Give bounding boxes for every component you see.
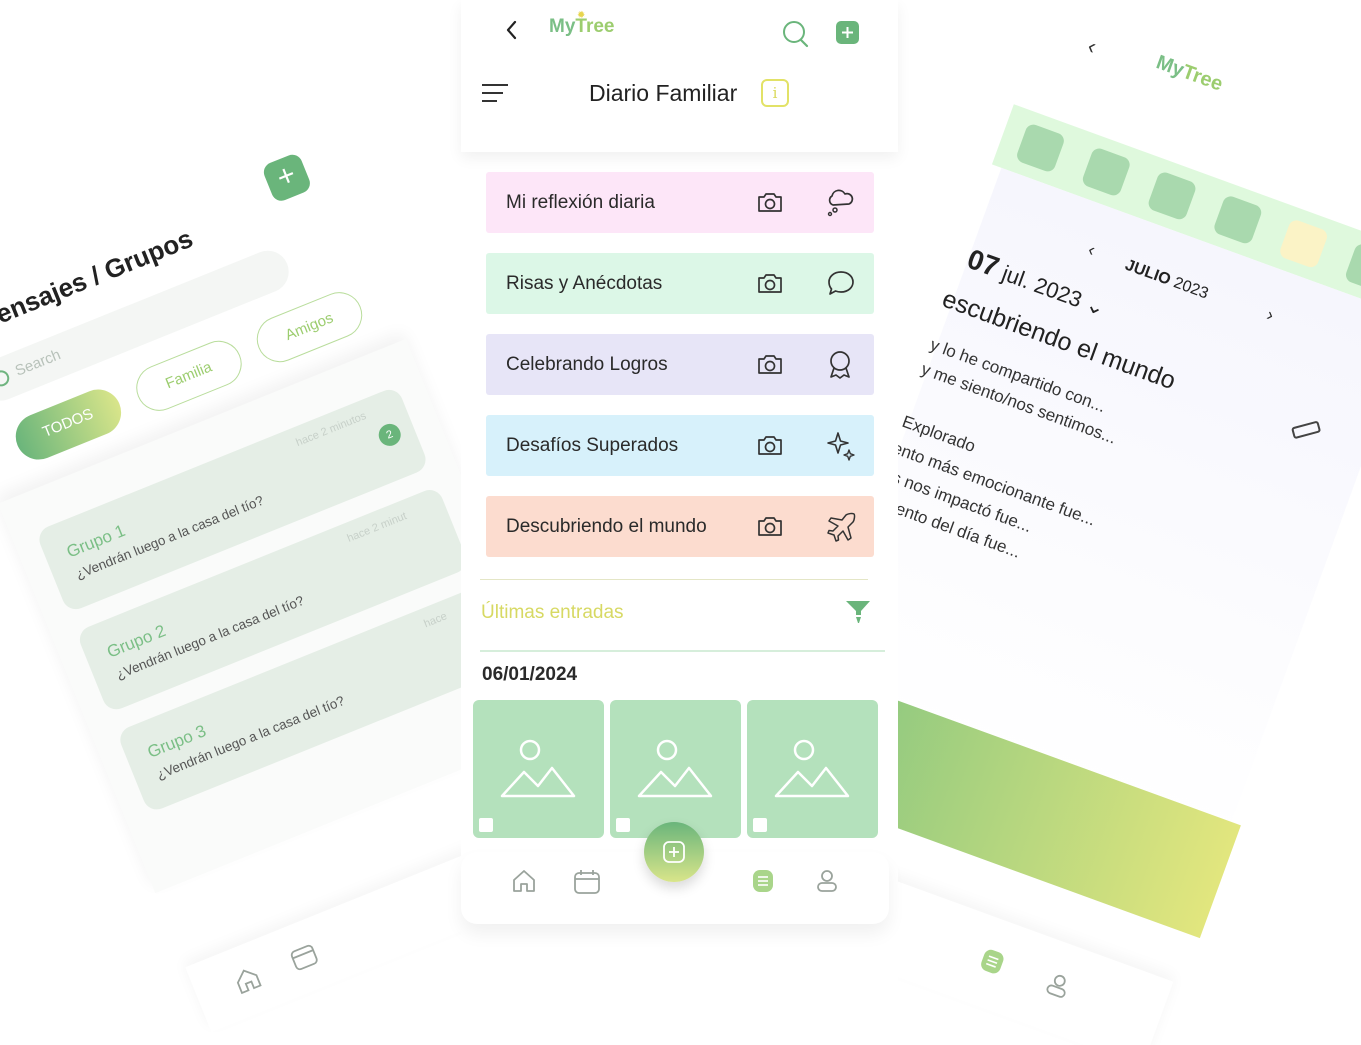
mytree-logo: ✹ MyTree: [549, 10, 615, 37]
next-month-icon[interactable]: ›: [1264, 304, 1276, 326]
add-entry-button[interactable]: [644, 822, 704, 882]
search-icon: [0, 367, 12, 389]
category-label: Celebrando Logros: [506, 354, 668, 375]
photo-thumbnail[interactable]: [747, 700, 878, 838]
search-icon[interactable]: [781, 20, 809, 48]
thought-cloud-icon: [827, 189, 854, 217]
thought-cloud-icon[interactable]: [1014, 122, 1067, 174]
category-label: Mi reflexión diaria: [506, 192, 655, 213]
airplane-icon: [827, 512, 856, 542]
page-title: Diario Familiar: [589, 80, 738, 106]
menu-icon[interactable]: [481, 82, 509, 104]
category-label: Risas y Anécdotas: [506, 273, 663, 294]
filter-icon[interactable]: [845, 600, 871, 624]
home-icon[interactable]: [231, 963, 265, 997]
add-button[interactable]: [836, 21, 859, 44]
camera-icon[interactable]: [756, 433, 784, 457]
airplane-icon[interactable]: [1277, 218, 1330, 270]
add-group-button[interactable]: +: [260, 151, 313, 204]
search-placeholder: Search: [12, 346, 64, 380]
entry-date: 06/01/2024: [482, 664, 578, 685]
image-icon: [500, 739, 576, 798]
camera-icon[interactable]: [756, 190, 784, 214]
profile-icon[interactable]: [1041, 969, 1074, 1002]
image-icon: [774, 739, 850, 798]
select-checkbox[interactable]: [616, 818, 630, 832]
back-icon[interactable]: ‹: [1084, 33, 1099, 60]
photo-thumbnail[interactable]: [610, 700, 741, 838]
divider: [480, 579, 868, 580]
category-risas[interactable]: Risas y Anécdotas: [486, 253, 874, 314]
select-checkbox[interactable]: [753, 818, 767, 832]
photo-thumbnail[interactable]: [473, 700, 604, 838]
calendar-icon[interactable]: [573, 868, 601, 896]
recent-entries-label: Últimas entradas: [481, 602, 624, 623]
month-label: JULIO 2023: [1122, 256, 1211, 303]
chip-familia[interactable]: Familia: [129, 333, 249, 418]
camera-icon[interactable]: [756, 352, 784, 376]
diary-icon[interactable]: [976, 945, 1009, 978]
home-icon[interactable]: [511, 868, 537, 894]
camera-icon[interactable]: [756, 514, 784, 538]
medal-icon[interactable]: [1080, 146, 1132, 198]
back-icon[interactable]: [501, 16, 523, 44]
group-time: hace 2 minut: [345, 510, 409, 545]
category-logros[interactable]: Celebrando Logros: [486, 334, 874, 395]
image-icon: [637, 739, 713, 798]
chip-amigos[interactable]: Amigos: [249, 285, 370, 370]
sun-icon: ✹: [577, 10, 586, 21]
profile-icon[interactable]: [814, 868, 840, 894]
chip-todos[interactable]: TODOS: [8, 382, 129, 467]
category-reflexion[interactable]: Mi reflexión diaria: [486, 172, 874, 233]
unread-badge: 2: [375, 420, 405, 450]
group-time: hace 2 minutos: [294, 409, 368, 450]
plus-icon: [842, 27, 853, 38]
category-label: Desafíos Superados: [506, 435, 679, 456]
calendar-icon[interactable]: [285, 938, 321, 974]
category-label: Descubriendo el mundo: [506, 516, 707, 537]
info-icon[interactable]: i: [761, 79, 789, 107]
category-desafios[interactable]: Desafíos Superados: [486, 415, 874, 476]
medal-icon: [830, 351, 850, 379]
divider: [480, 650, 885, 652]
diary-icon[interactable]: [750, 868, 776, 894]
sparkles-icon[interactable]: [1146, 170, 1198, 222]
select-checkbox[interactable]: [479, 818, 493, 832]
mytree-logo: MyTree: [1153, 51, 1226, 96]
diario-familiar-screen: ✹ MyTree Diario Familiar i Mi reflexión d…: [461, 0, 898, 1045]
pencil-icon[interactable]: [1343, 242, 1361, 294]
chat-bubble-icon: [828, 271, 854, 295]
plus-icon: [663, 841, 685, 863]
edit-icon[interactable]: [1291, 420, 1322, 440]
top-bar: ✹ MyTree Diario Familiar i: [461, 0, 898, 152]
category-descubriendo[interactable]: Descubriendo el mundo: [486, 496, 874, 557]
group-time: hace: [422, 610, 449, 631]
sparkles-icon: [827, 432, 855, 461]
chat-bubble-icon[interactable]: [1212, 194, 1264, 246]
camera-icon[interactable]: [756, 271, 784, 295]
prev-month-icon[interactable]: ‹: [1085, 239, 1098, 261]
